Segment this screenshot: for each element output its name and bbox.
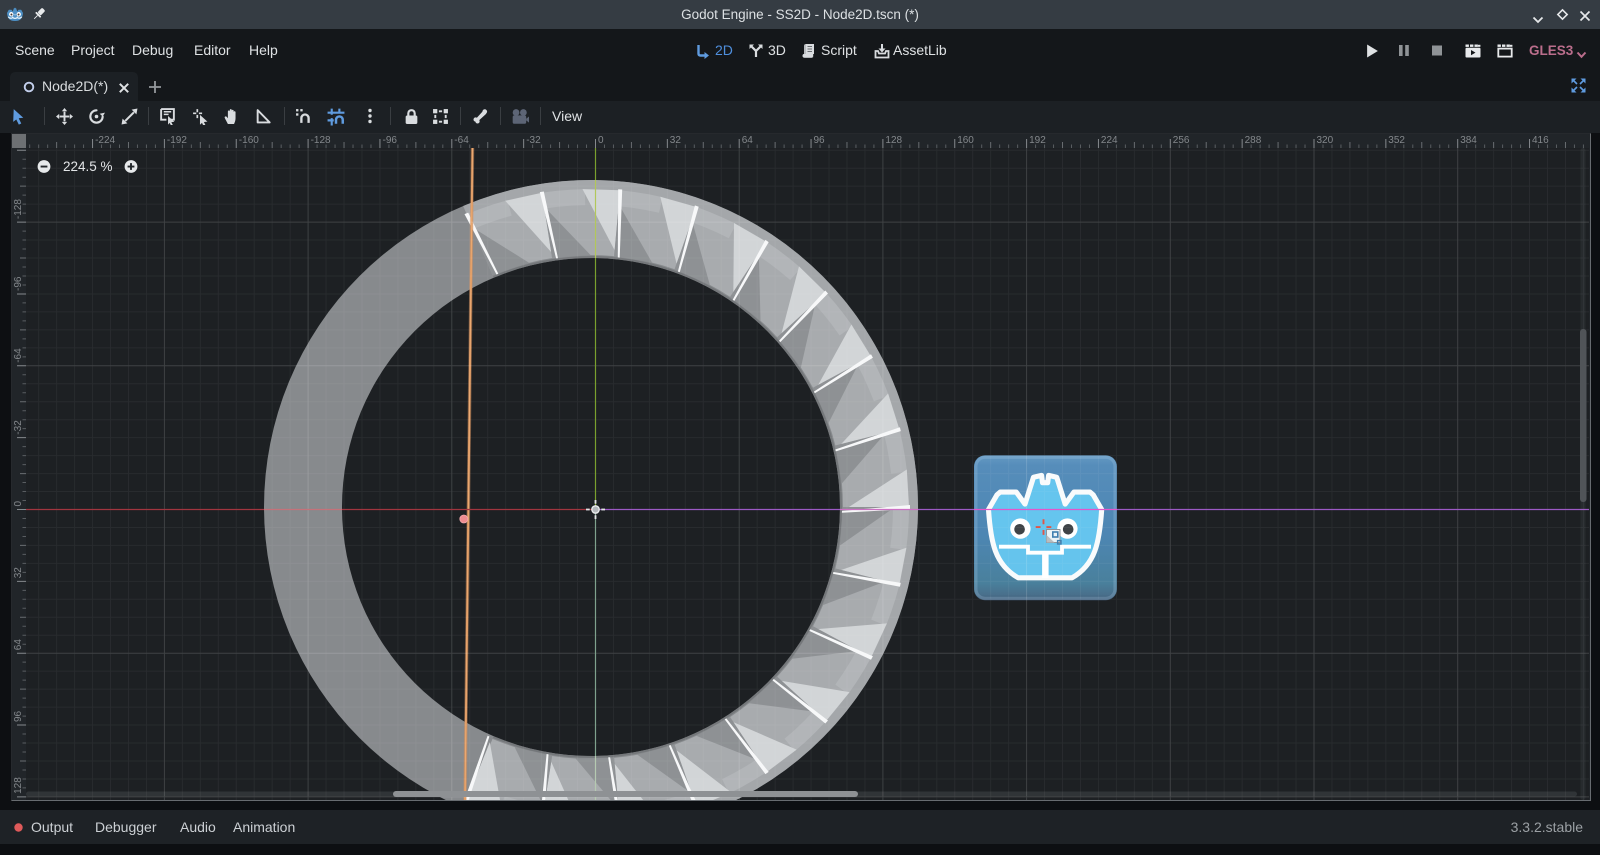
- svg-text:96: 96: [814, 135, 826, 146]
- svg-text:320: 320: [1317, 135, 1334, 146]
- svg-text:0: 0: [13, 501, 24, 507]
- svg-text:-128: -128: [13, 199, 24, 219]
- svg-text:192: 192: [1029, 135, 1046, 146]
- svg-text:384: 384: [1460, 135, 1477, 146]
- svg-text:64: 64: [742, 135, 754, 146]
- svg-text:-96: -96: [13, 276, 24, 291]
- svg-text:-64: -64: [13, 348, 24, 363]
- svg-text:-224: -224: [95, 135, 115, 146]
- svg-text:-192: -192: [167, 135, 187, 146]
- svg-text:-32: -32: [13, 420, 24, 435]
- svg-text:96: 96: [13, 710, 24, 722]
- svg-text:416: 416: [1532, 135, 1549, 146]
- svg-text:-64: -64: [454, 135, 469, 146]
- svg-text:-160: -160: [239, 135, 259, 146]
- svg-text:-128: -128: [311, 135, 331, 146]
- svg-text:32: 32: [13, 567, 24, 579]
- svg-text:64: 64: [13, 639, 24, 651]
- svg-text:0: 0: [598, 135, 604, 146]
- svg-text:-32: -32: [526, 135, 541, 146]
- svg-text:288: 288: [1245, 135, 1262, 146]
- svg-text:128: 128: [885, 135, 902, 146]
- svg-text:-96: -96: [383, 135, 398, 146]
- svg-text:224: 224: [1101, 135, 1118, 146]
- svg-text:32: 32: [670, 135, 682, 146]
- svg-text:160: 160: [957, 135, 974, 146]
- svg-text:224.5 %: 224.5 %: [63, 159, 113, 174]
- svg-text:256: 256: [1173, 135, 1190, 146]
- svg-text:352: 352: [1388, 135, 1405, 146]
- svg-text:128: 128: [13, 777, 24, 794]
